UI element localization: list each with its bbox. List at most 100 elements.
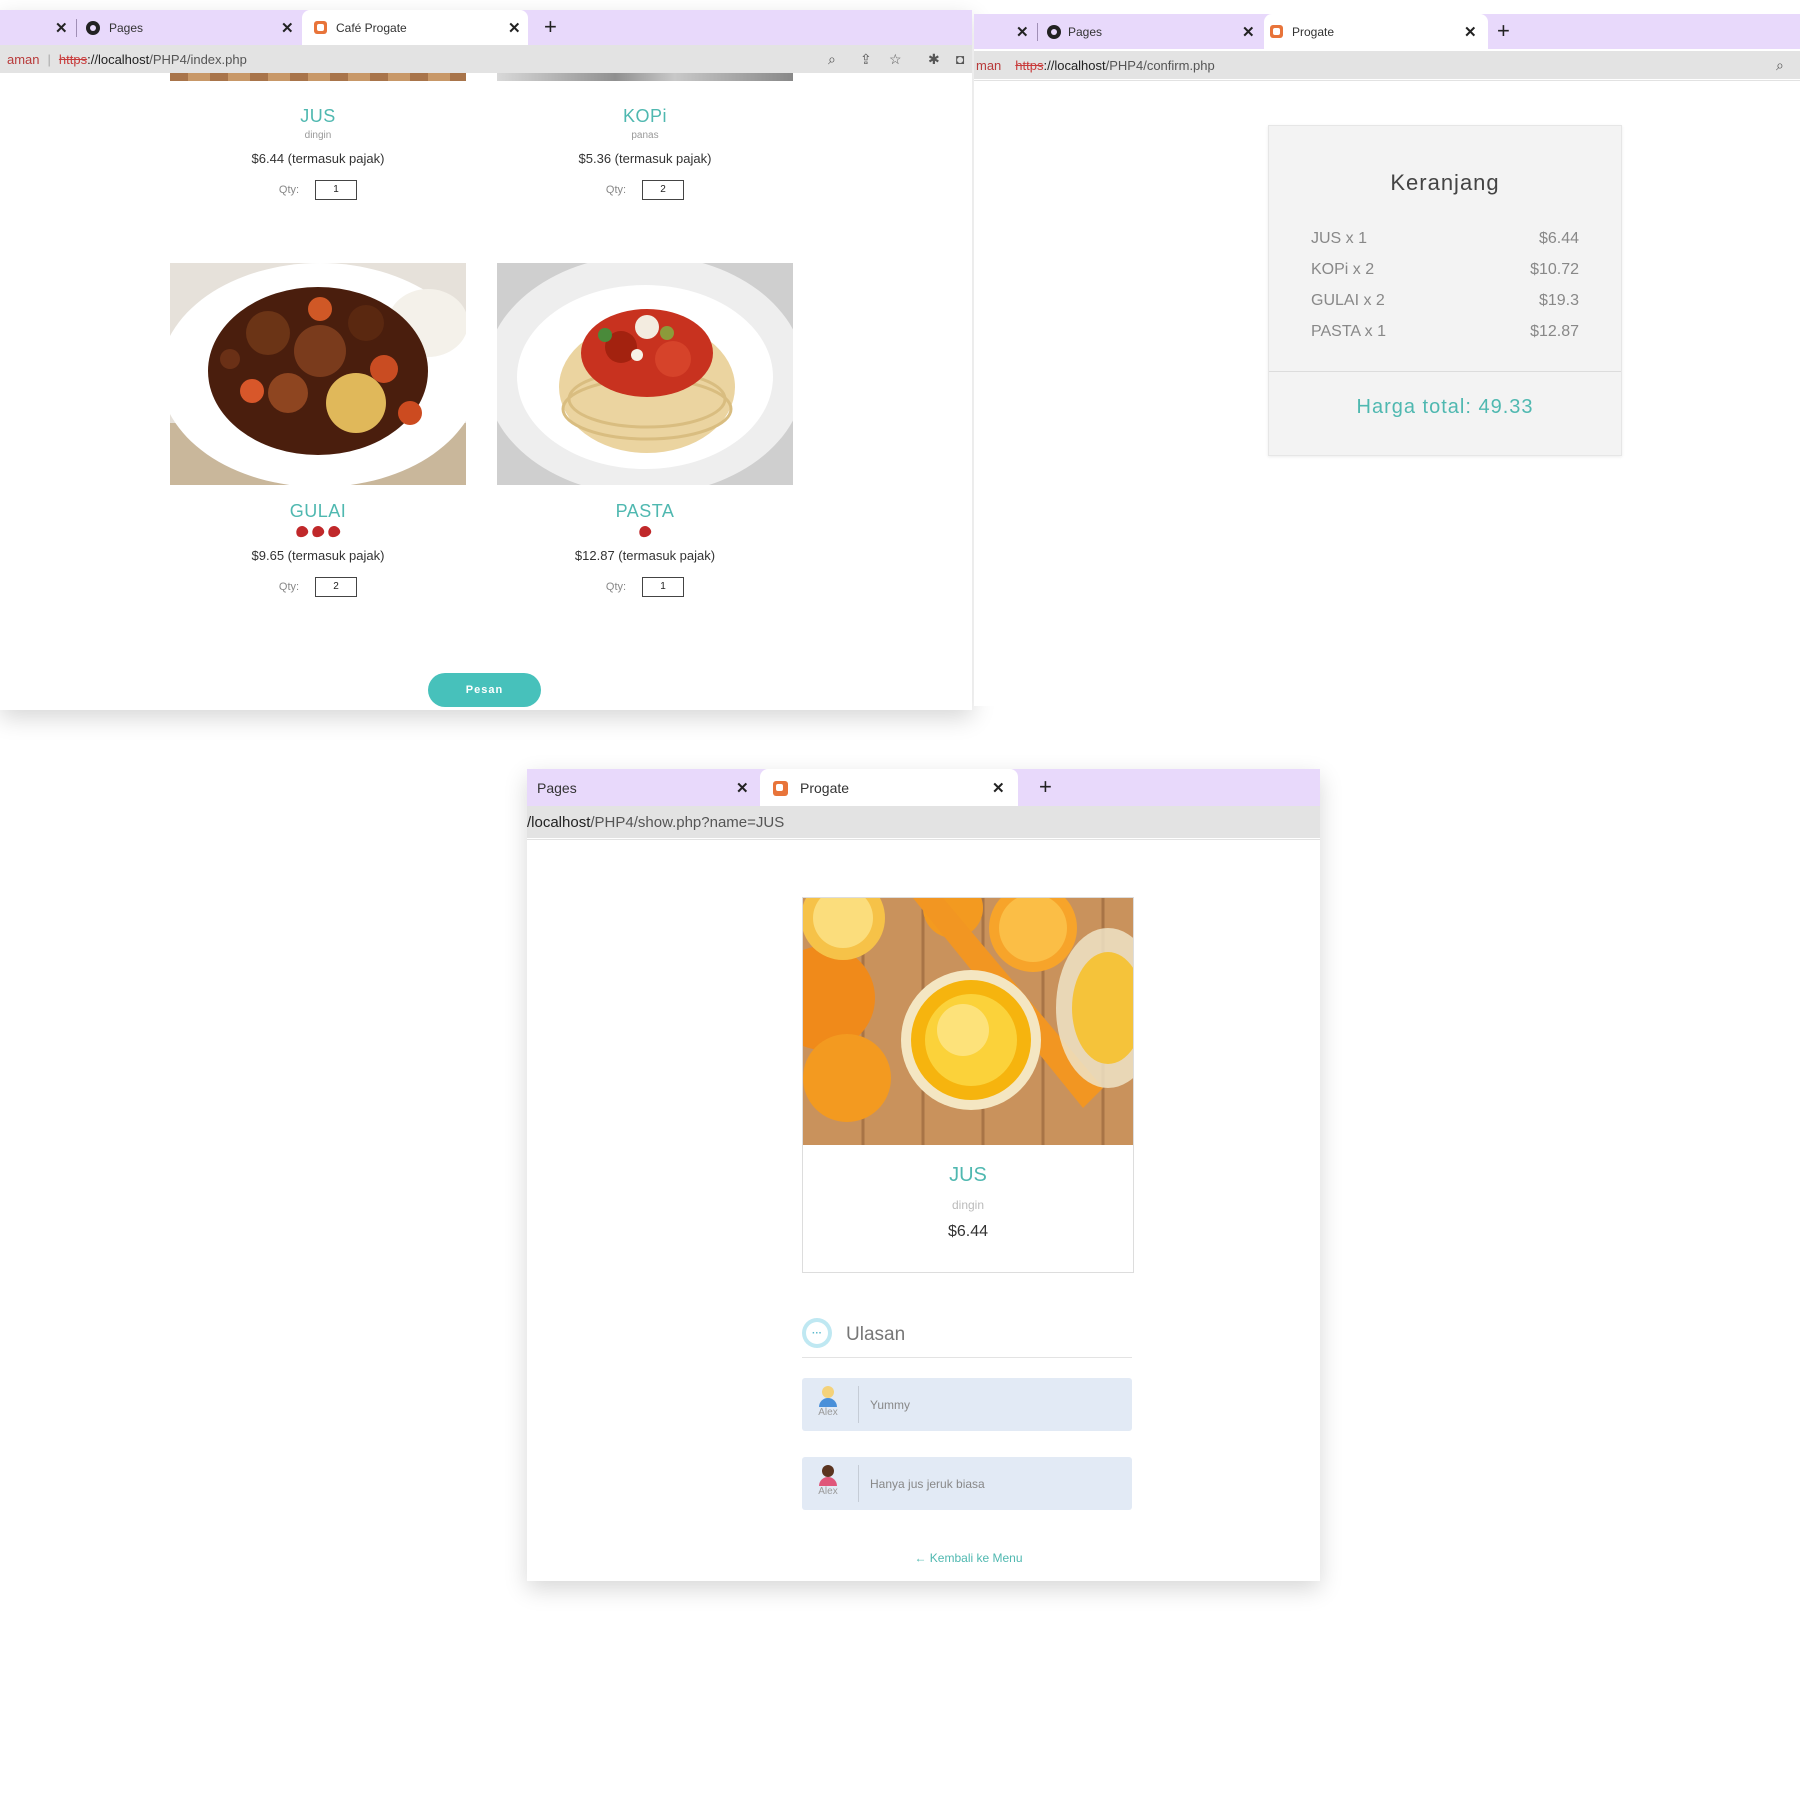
cart-total: Harga total: 49.33: [1356, 396, 1534, 418]
item-price: $12.87 (termasuk pajak): [574, 548, 716, 563]
tab-bar: Pages ✕ Progate ✕ +: [527, 769, 1320, 806]
tab-label: Pages: [109, 20, 144, 35]
item-name: GULAI: [289, 501, 347, 521]
qty-row: Qty: 1: [497, 577, 793, 597]
confirm-browser-window: ✕ Pages ✕ Progate ✕ + man https://localh…: [974, 14, 1800, 706]
review-bubble-icon: ···: [802, 1318, 832, 1348]
qty-input[interactable]: 2: [642, 180, 685, 200]
item-price: $5.36 (termasuk pajak): [578, 151, 712, 166]
url-path: /PHP4/index.php: [149, 51, 247, 67]
qty-row: Qty: 2: [170, 577, 466, 597]
review-item: Alex Yummy: [802, 1378, 1132, 1431]
zoom-icon[interactable]: ⌕: [1776, 57, 1784, 74]
item-name: PASTA: [615, 501, 675, 521]
address-separator: |: [47, 51, 51, 67]
github-icon: [86, 21, 100, 35]
progate-favicon-icon: [1270, 25, 1283, 38]
item-name: JUS: [300, 106, 336, 126]
avatar: Alex: [812, 1386, 844, 1418]
chili-icon: [294, 524, 310, 539]
tab-separator: [76, 19, 77, 37]
tab-pages[interactable]: Pages ✕: [1040, 14, 1262, 49]
qty-label: Qty:: [605, 184, 627, 196]
cart-row: GULAI x 2 $19.3: [1311, 292, 1579, 323]
tab-label: Progate: [1292, 24, 1335, 39]
show-browser-window: Pages ✕ Progate ✕ + /localhost/PHP4/show…: [527, 769, 1320, 1581]
url-scheme: https: [58, 51, 88, 67]
close-icon[interactable]: ✕: [1242, 23, 1255, 41]
cart-row: KOPi x 2 $10.72: [1311, 261, 1579, 292]
pasta-image: [497, 263, 793, 485]
new-tab-button[interactable]: +: [1039, 774, 1052, 800]
close-icon[interactable]: ✕: [55, 19, 68, 37]
tab-pages[interactable]: Pages ✕: [527, 769, 757, 806]
product-name: JUS: [949, 1164, 987, 1186]
progate-favicon-icon: [773, 781, 788, 796]
avatar-body: [819, 1398, 837, 1407]
avatar-body: [819, 1477, 837, 1486]
product-card: JUS dingin $6.44: [802, 897, 1134, 1273]
close-icon[interactable]: ✕: [1016, 23, 1029, 41]
extension-bug-icon[interactable]: ✱: [928, 51, 940, 68]
tab-label: Pages: [1068, 24, 1103, 39]
cart-item-label: KOPi x 2: [1311, 261, 1375, 278]
close-icon[interactable]: ✕: [1464, 23, 1477, 41]
tab-cafe-progate[interactable]: Café Progate ✕: [302, 10, 528, 45]
tab-label: Pages: [537, 779, 577, 796]
order-button[interactable]: Pesan: [428, 673, 541, 707]
new-tab-button[interactable]: +: [544, 14, 557, 40]
qty-input[interactable]: 1: [315, 180, 358, 200]
tab-label: Café Progate: [336, 20, 407, 35]
tab-progate[interactable]: Progate ✕: [760, 769, 1018, 806]
tab-blank[interactable]: ✕: [0, 10, 75, 45]
qty-label: Qty:: [278, 581, 300, 593]
security-label: aman: [7, 51, 40, 67]
product-price: $6.44: [947, 1223, 989, 1240]
qty-label: Qty:: [605, 581, 627, 593]
url-host: ://localhost: [1043, 57, 1106, 73]
menu-browser-window: ✕ Pages ✕ Café Progate ✕ + aman | https:…: [0, 10, 972, 710]
chili-icon: [310, 524, 326, 539]
address-bar[interactable]: aman | https://localhost/PHP4/index.php …: [0, 45, 972, 73]
review-divider: [858, 1386, 859, 1423]
close-icon[interactable]: ✕: [508, 19, 521, 37]
tab-blank[interactable]: ✕: [974, 14, 1038, 49]
tab-pages[interactable]: Pages ✕: [78, 10, 300, 45]
menu-item-kopi: KOPi panas $5.36 (termasuk pajak) Qty: 2: [497, 106, 793, 200]
cart-row: PASTA x 1 $12.87: [1311, 323, 1579, 354]
address-bar[interactable]: /localhost/PHP4/show.php?name=JUS: [527, 806, 1320, 838]
review-text: Yummy: [870, 1398, 911, 1412]
product-subtitle: dingin: [951, 1198, 985, 1212]
back-to-menu-link[interactable]: ← Kembali ke Menu: [527, 1551, 1320, 1565]
zoom-icon[interactable]: ⌕: [828, 51, 836, 68]
cart-item-amount: $6.44: [1538, 230, 1579, 247]
bookmark-star-icon[interactable]: ☆: [889, 51, 902, 68]
qty-input[interactable]: 2: [315, 577, 358, 597]
item-subtitle: panas: [631, 130, 659, 141]
spiciness-rating: [170, 524, 466, 539]
toolbar-divider: [974, 80, 1800, 81]
review-author: Alex: [818, 1407, 838, 1418]
gulai-image: [170, 263, 466, 485]
camera-icon[interactable]: ◘: [956, 51, 964, 67]
avatar: Alex: [812, 1465, 844, 1497]
review-divider: [858, 1465, 859, 1502]
cart-row: JUS x 1 $6.44: [1311, 230, 1579, 261]
cart-item-label: GULAI x 2: [1311, 292, 1385, 309]
close-icon[interactable]: ✕: [281, 19, 294, 37]
cart-item-label: JUS x 1: [1311, 230, 1368, 247]
share-icon[interactable]: ⇪: [860, 51, 872, 68]
tab-progate[interactable]: Progate ✕: [1264, 14, 1488, 49]
url-path: /PHP4/show.php?name=JUS: [590, 813, 785, 831]
review-item: Alex Hanya jus jeruk biasa: [802, 1457, 1132, 1510]
qty-row: Qty: 2: [497, 180, 793, 200]
chili-icon: [326, 524, 342, 539]
qty-input[interactable]: 1: [642, 577, 685, 597]
address-bar[interactable]: man https://localhost/PHP4/confirm.php ⌕: [974, 51, 1800, 79]
cart-item-label: PASTA x 1: [1311, 323, 1386, 340]
toolbar-divider: [527, 839, 1320, 840]
item-name: KOPi: [622, 106, 667, 126]
close-icon[interactable]: ✕: [736, 779, 749, 797]
close-icon[interactable]: ✕: [992, 779, 1005, 797]
new-tab-button[interactable]: +: [1497, 18, 1510, 44]
